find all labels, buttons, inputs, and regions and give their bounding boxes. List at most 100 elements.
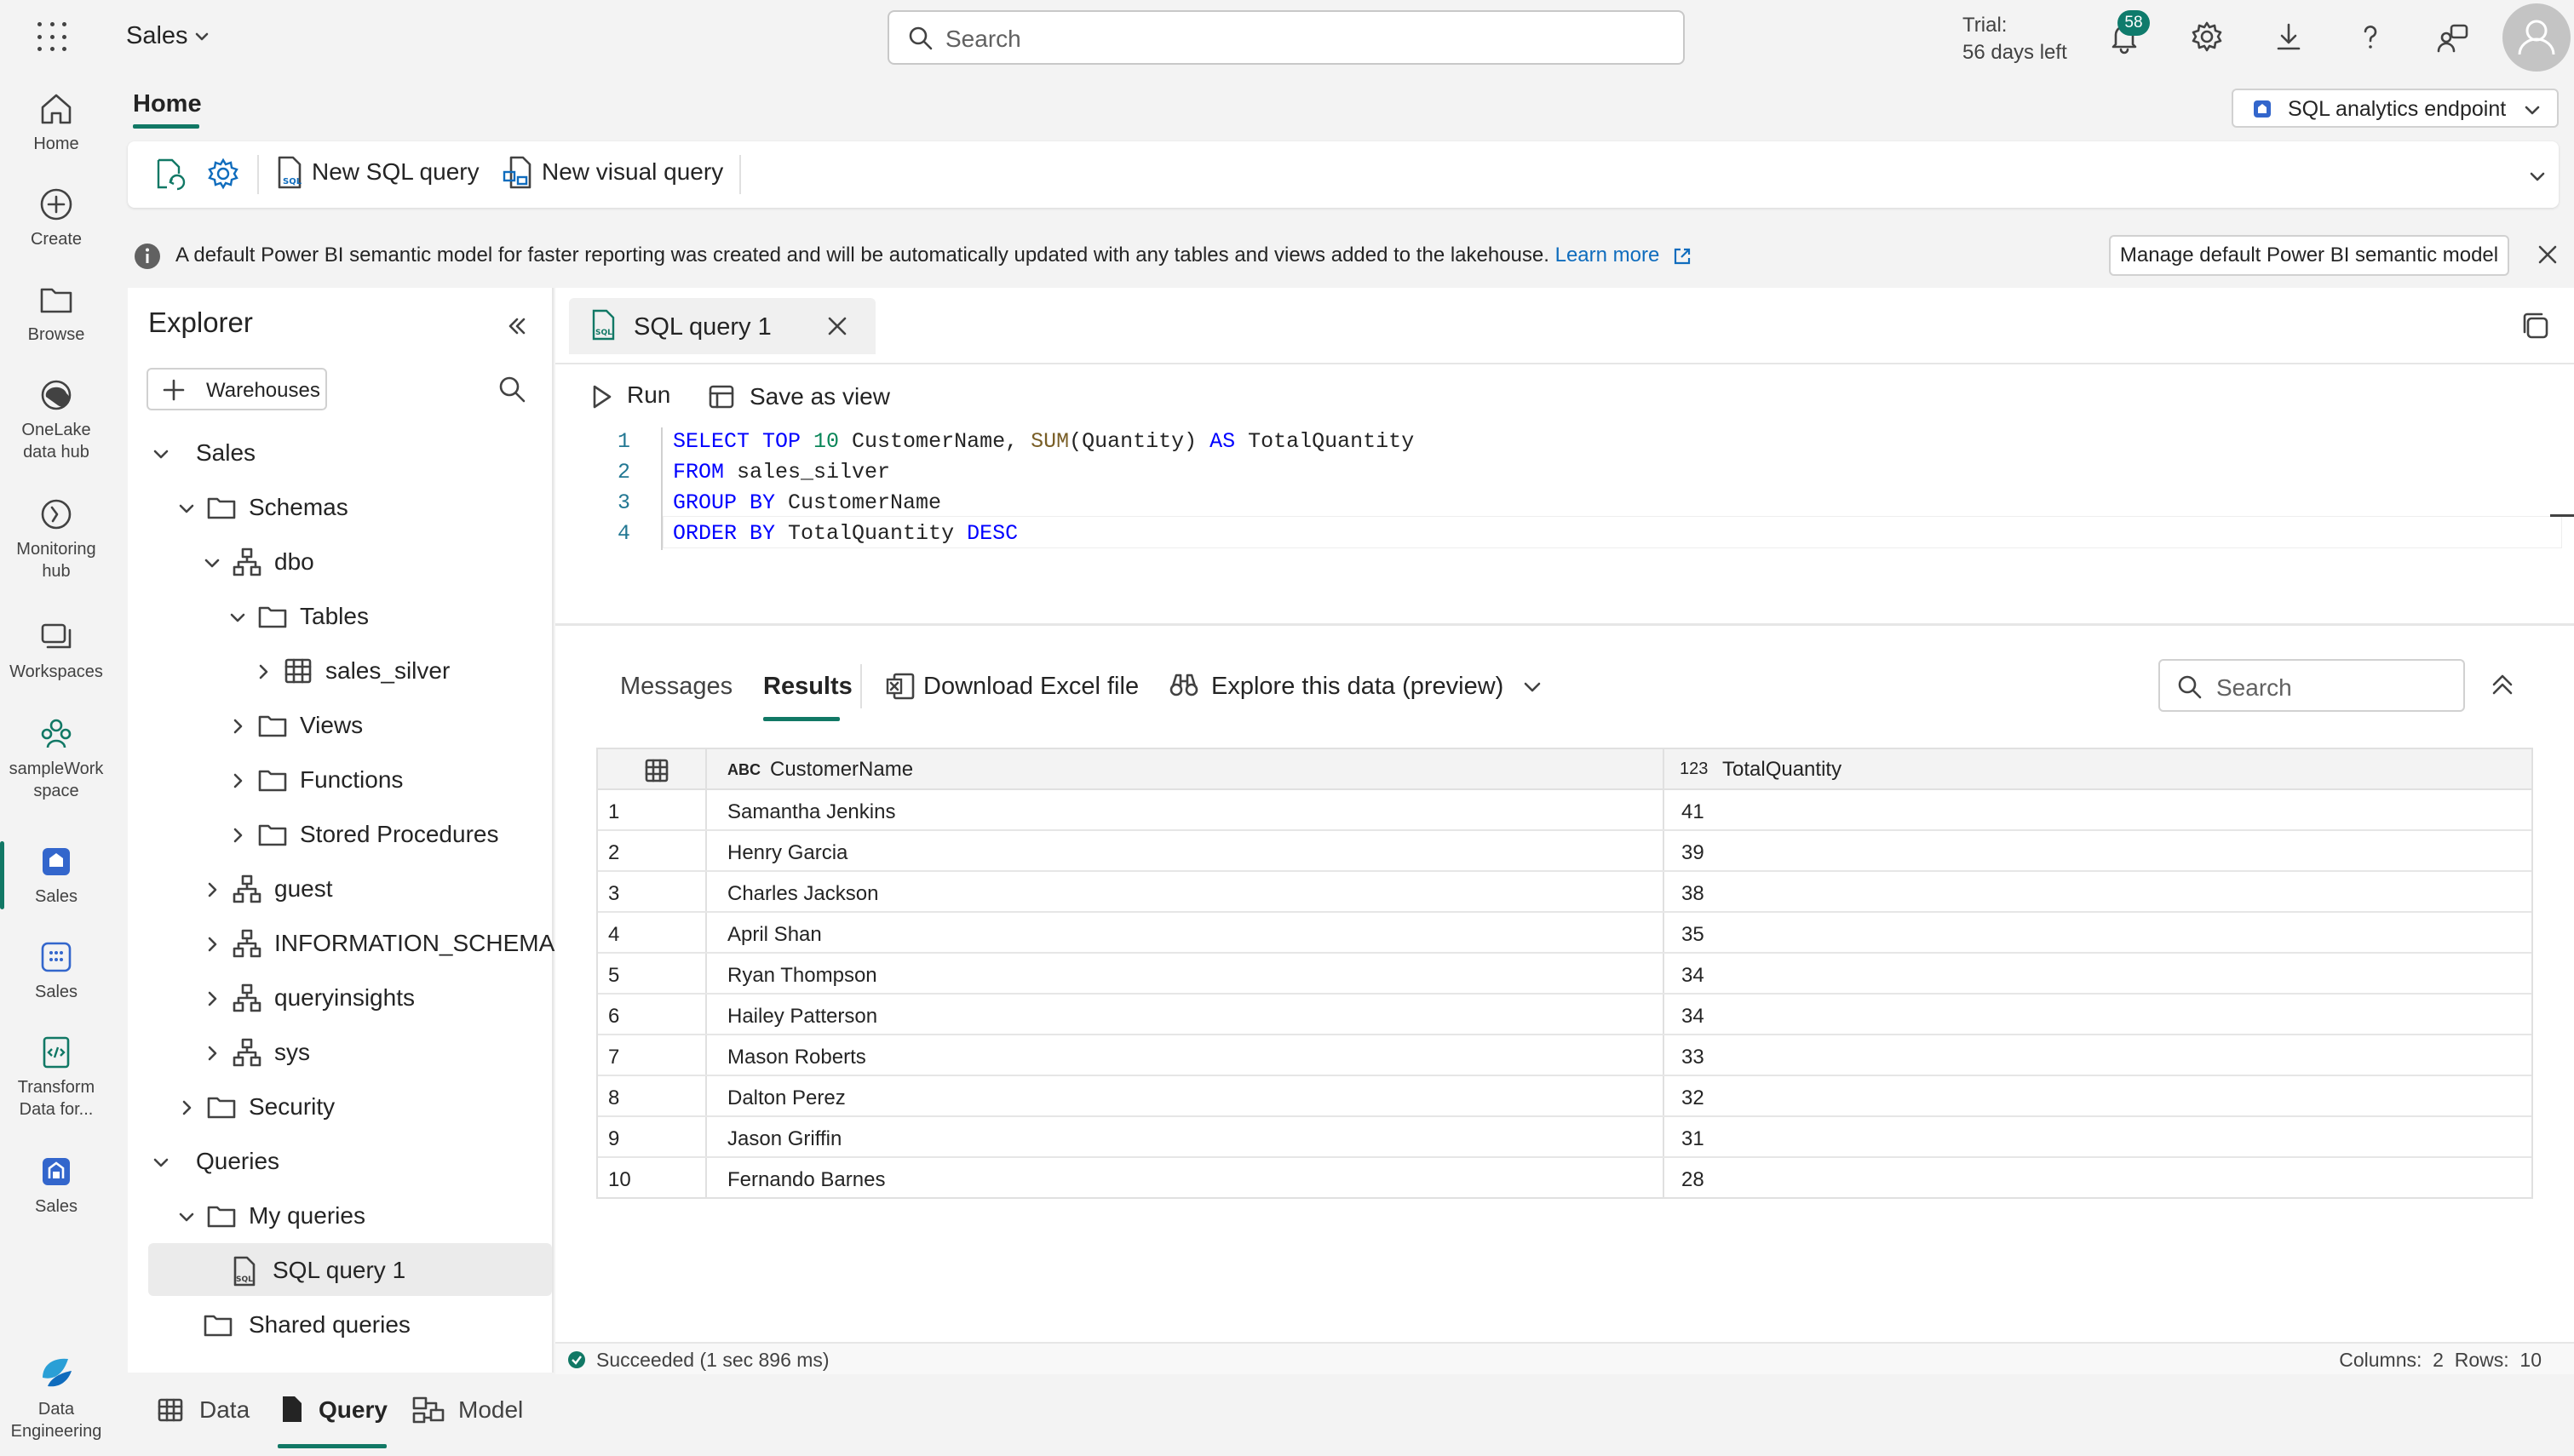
cell-totalquantity[interactable]: 39: [1681, 841, 1704, 865]
cell-customername[interactable]: Ryan Thompson: [727, 964, 877, 988]
cell-customername[interactable]: Hailey Patterson: [727, 1005, 877, 1029]
nav-sales-lakehouse[interactable]: Sales: [0, 843, 112, 908]
nav-onelake-data-hub[interactable]: OneLake data hub: [0, 376, 112, 463]
cell-totalquantity[interactable]: 41: [1681, 800, 1704, 824]
tree-item-shared-queries[interactable]: Shared queries: [203, 1299, 543, 1350]
nav-sales-semantic-model[interactable]: Sales: [0, 938, 112, 1003]
close-banner-icon[interactable]: [2537, 244, 2559, 266]
code-line-2[interactable]: FROM sales_silver: [673, 460, 890, 484]
collapse-explorer-icon[interactable]: [506, 315, 528, 337]
table-row[interactable]: 10 Fernando Barnes 28: [598, 1158, 2531, 1199]
tree-item-sales[interactable]: Sales: [152, 427, 543, 479]
results-search-input[interactable]: Search: [2158, 659, 2465, 712]
tree-item-schemas[interactable]: Schemas: [177, 482, 543, 533]
nav-browse[interactable]: Browse: [0, 281, 112, 346]
tree-item-sales-silver[interactable]: sales_silver: [254, 645, 543, 696]
column-header-totalquantity[interactable]: TotalQuantity: [1722, 758, 1841, 782]
tab-home[interactable]: Home: [133, 90, 202, 118]
cell-customername[interactable]: Jason Griffin: [727, 1127, 842, 1151]
cell-totalquantity[interactable]: 35: [1681, 923, 1704, 947]
workspace-name[interactable]: Sales: [126, 22, 188, 50]
table-row[interactable]: 3 Charles Jackson 38: [598, 872, 2531, 913]
select-all-grid-icon[interactable]: [644, 758, 669, 783]
cell-totalquantity[interactable]: 32: [1681, 1086, 1704, 1110]
cell-customername[interactable]: Samantha Jenkins: [727, 800, 895, 824]
tree-item-guest[interactable]: guest: [203, 863, 543, 914]
sql-endpoint-dropdown[interactable]: SQL analytics endpoint: [2232, 89, 2559, 128]
tree-item-stored-procedures[interactable]: Stored Procedures: [228, 809, 543, 860]
settings-icon[interactable]: [2191, 20, 2223, 53]
cell-customername[interactable]: Charles Jackson: [727, 882, 878, 906]
app-launcher-icon[interactable]: [37, 22, 68, 53]
learn-more-link[interactable]: Learn more: [1555, 244, 1660, 267]
code-line-1[interactable]: SELECT TOP 10 CustomerName, SUM(Quantity…: [673, 429, 1414, 454]
cell-customername[interactable]: Henry Garcia: [727, 841, 847, 865]
global-search-input[interactable]: Search: [888, 10, 1685, 65]
nav-monitoring-hub[interactable]: Monitoring hub: [0, 496, 112, 582]
tab-messages[interactable]: Messages: [620, 673, 733, 701]
sql-number: 10: [813, 429, 840, 454]
table-row[interactable]: 2 Henry Garcia 39: [598, 831, 2531, 872]
nav-create[interactable]: Create: [0, 186, 112, 250]
refresh-icon[interactable]: [153, 157, 187, 192]
tree-item-sql-query-1[interactable]: SQL SQL query 1: [228, 1245, 543, 1296]
manage-semantic-model-button[interactable]: Manage default Power BI semantic model: [2109, 235, 2509, 276]
cell-customername[interactable]: Fernando Barnes: [727, 1168, 885, 1192]
explorer-search-icon[interactable]: [497, 375, 526, 404]
cell-totalquantity[interactable]: 33: [1681, 1046, 1704, 1069]
table-row[interactable]: 7 Mason Roberts 33: [598, 1035, 2531, 1076]
tree-item-tables[interactable]: Tables: [228, 591, 543, 642]
table-row[interactable]: 9 Jason Griffin 31: [598, 1117, 2531, 1158]
settings-icon[interactable]: [206, 157, 240, 191]
columns-rows-count: Columns: 2 Rows: 10: [2339, 1349, 2542, 1371]
download-icon[interactable]: [2272, 20, 2305, 53]
tree-item-queryinsights[interactable]: queryinsights: [203, 972, 543, 1023]
tree-item-security[interactable]: Security: [177, 1081, 543, 1132]
column-header-customername[interactable]: CustomerName: [770, 758, 913, 782]
model-icon: [412, 1396, 445, 1424]
table-row[interactable]: 1 Samantha Jenkins 41: [598, 790, 2531, 831]
cell-customername[interactable]: Mason Roberts: [727, 1046, 866, 1069]
tree-label: INFORMATION_SCHEMA: [274, 930, 555, 956]
close-tab-icon[interactable]: [826, 315, 848, 337]
chevron-down-icon[interactable]: [192, 27, 211, 46]
help-icon[interactable]: [2354, 20, 2387, 53]
table-row[interactable]: 5 Ryan Thompson 34: [598, 954, 2531, 995]
cell-customername[interactable]: April Shan: [727, 923, 822, 947]
editor-results-splitter[interactable]: [555, 623, 2574, 626]
add-warehouses-button[interactable]: Warehouses: [147, 368, 327, 410]
tree-item-dbo[interactable]: dbo: [203, 536, 543, 588]
chevron-down-icon[interactable]: [1521, 676, 1543, 698]
cell-totalquantity[interactable]: 31: [1681, 1127, 1704, 1151]
tab-sql-query-1[interactable]: SQL SQL query 1: [569, 298, 876, 354]
tree-item-views[interactable]: Views: [228, 700, 543, 751]
table-row[interactable]: 8 Dalton Perez 32: [598, 1076, 2531, 1117]
tree-item-functions[interactable]: Functions: [228, 754, 543, 805]
nav-home[interactable]: Home: [0, 90, 112, 155]
nav-workspaces[interactable]: Workspaces: [0, 618, 112, 683]
cell-customername[interactable]: Dalton Perez: [727, 1086, 846, 1110]
tab-results[interactable]: Results: [763, 673, 853, 701]
status-message: Succeeded (1 sec 896 ms): [596, 1349, 830, 1371]
tree-item-queries[interactable]: Queries: [152, 1136, 543, 1187]
nav-sales-warehouse[interactable]: Sales: [0, 1153, 112, 1218]
nav-transform-data[interactable]: Transform Data for...: [0, 1034, 112, 1121]
cell-totalquantity[interactable]: 34: [1681, 1005, 1704, 1029]
feedback-icon[interactable]: [2436, 20, 2470, 54]
collapse-results-icon[interactable]: [2489, 671, 2516, 698]
copy-icon[interactable]: [2519, 310, 2550, 341]
cell-totalquantity[interactable]: 34: [1681, 964, 1704, 988]
ribbon-expand-chevron-icon[interactable]: [2528, 167, 2547, 186]
nav-data-engineering[interactable]: Data Engineering: [0, 1352, 112, 1442]
table-row[interactable]: 4 April Shan 35: [598, 913, 2531, 954]
cell-totalquantity[interactable]: 28: [1681, 1168, 1704, 1192]
code-line-4[interactable]: ORDER BY TotalQuantity DESC: [673, 521, 1018, 546]
nav-sample-workspace[interactable]: sampleWork space: [0, 715, 112, 802]
user-avatar[interactable]: [2502, 3, 2571, 72]
tree-item-sys[interactable]: sys: [203, 1027, 543, 1078]
tree-item-my-queries[interactable]: My queries: [177, 1190, 543, 1241]
table-row[interactable]: 6 Hailey Patterson 34: [598, 995, 2531, 1035]
tree-item-information-schema[interactable]: INFORMATION_SCHEMA: [203, 918, 555, 969]
cell-totalquantity[interactable]: 38: [1681, 882, 1704, 906]
code-line-3[interactable]: GROUP BY CustomerName: [673, 490, 941, 515]
